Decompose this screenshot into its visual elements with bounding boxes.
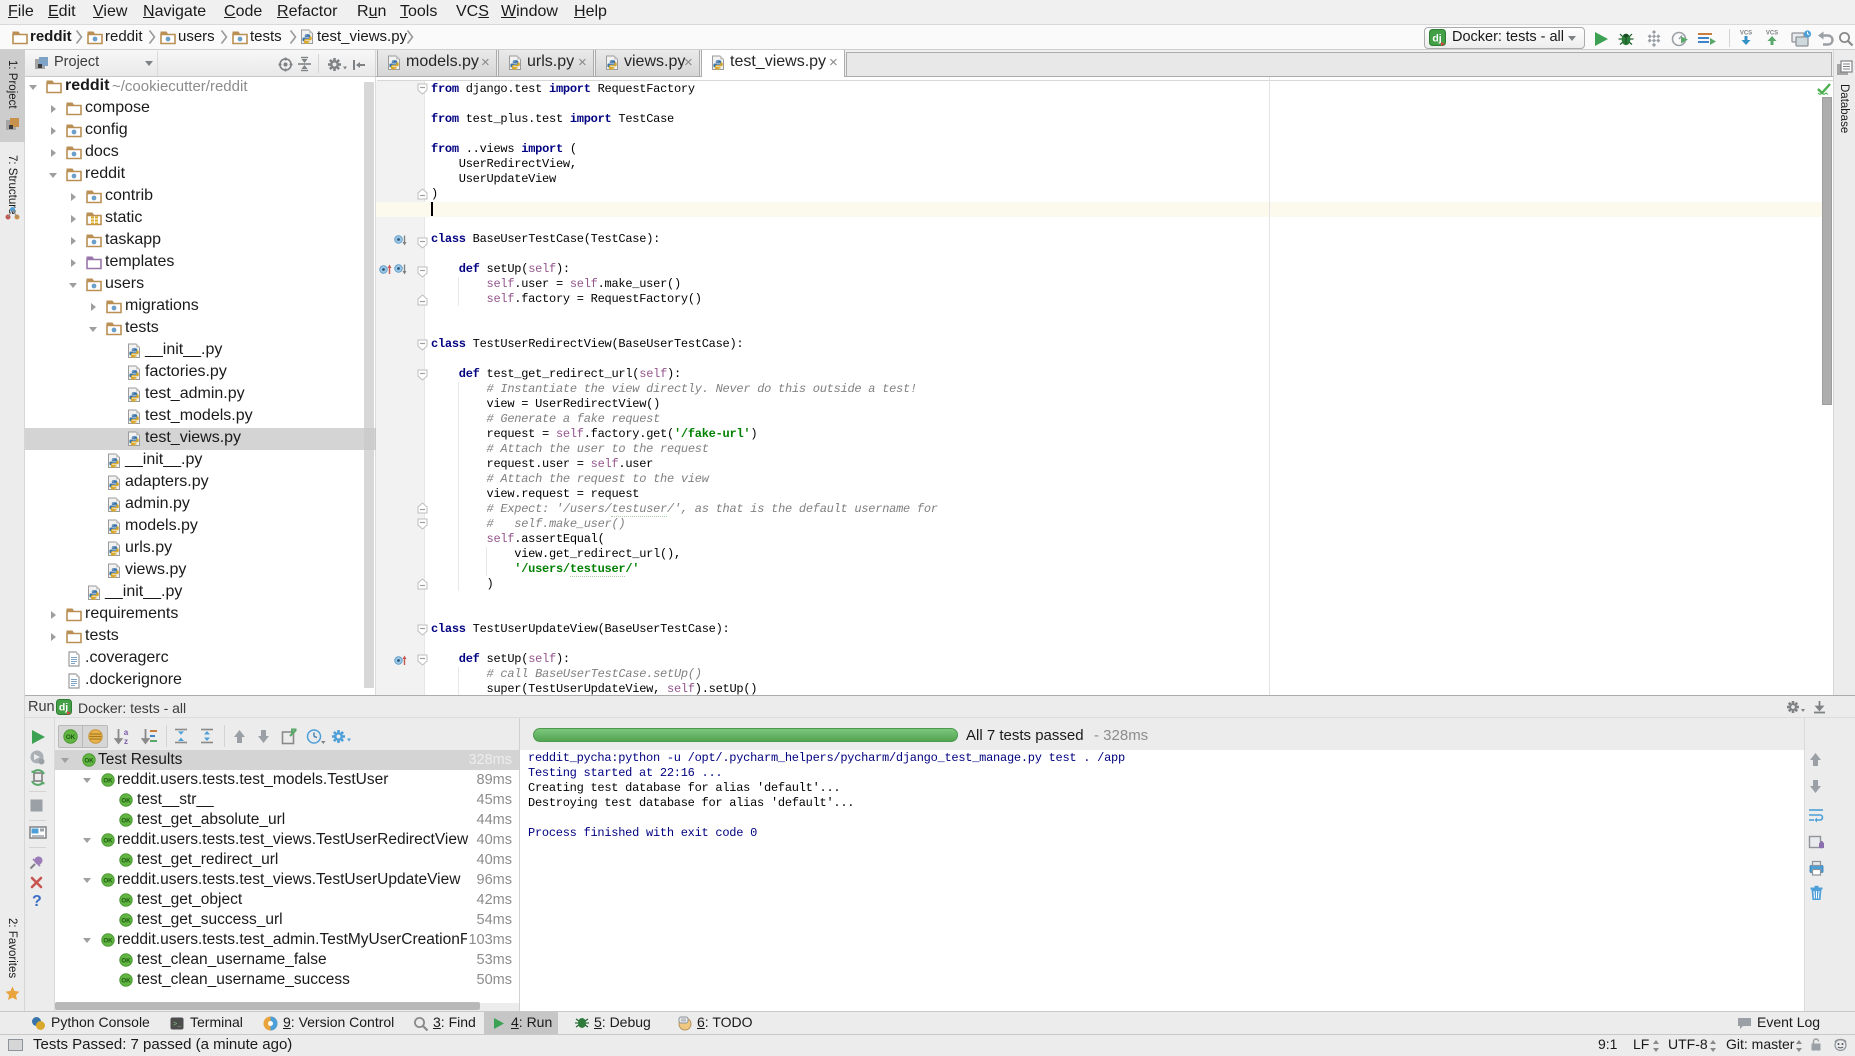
svg-text:OK: OK xyxy=(103,837,113,844)
svg-text:dj: dj xyxy=(1432,33,1441,45)
svg-text:z: z xyxy=(124,737,128,745)
svg-text:OK: OK xyxy=(66,734,76,741)
svg-text:>_: >_ xyxy=(173,1021,182,1029)
svg-text:OK: OK xyxy=(121,797,131,804)
svg-text:OK: OK xyxy=(121,977,131,984)
svg-text:OK: OK xyxy=(103,777,113,784)
svg-text:OK: OK xyxy=(84,757,94,764)
svg-text:OK: OK xyxy=(121,857,131,864)
svg-text:VCS: VCS xyxy=(1740,31,1752,37)
svg-text:OK: OK xyxy=(121,817,131,824)
svg-text:a: a xyxy=(124,728,129,737)
svg-text:dj: dj xyxy=(59,702,68,714)
svg-text:OK: OK xyxy=(121,917,131,924)
svg-text:OK: OK xyxy=(121,957,131,964)
svg-text:OK: OK xyxy=(121,897,131,904)
svg-text:OK: OK xyxy=(103,937,113,944)
svg-text:VCS: VCS xyxy=(1766,31,1778,37)
svg-text:OK: OK xyxy=(103,877,113,884)
